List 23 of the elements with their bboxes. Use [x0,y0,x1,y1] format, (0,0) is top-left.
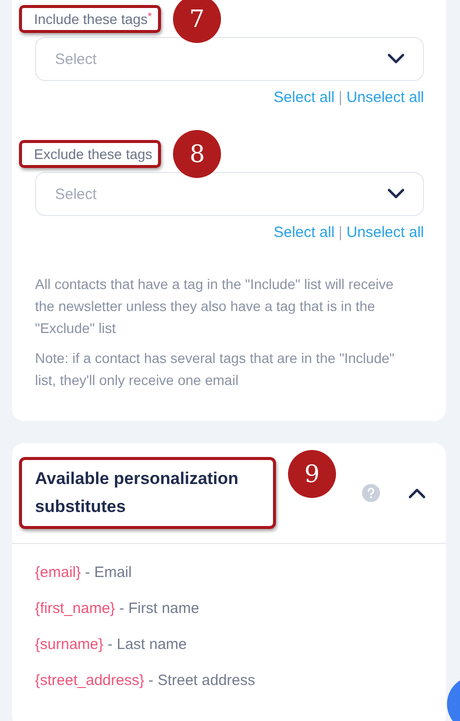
tags-select[interactable]: Select [35,172,424,216]
chevron-down-icon [387,188,405,200]
substitute-item: {first_name} - First name [35,600,200,619]
help-text: All contacts that have a tag in the "Include" list will receive the newsletter unless they also have a tag that is in the "Exclude" list [35,275,395,338]
select-all-link[interactable]: Select all [274,224,335,241]
field-label: Exclude these tags [19,140,162,168]
link-separator: | [338,224,342,241]
substitute-item: {email} - Email [35,564,133,583]
callout-badge: 9 [288,450,336,498]
callout-badge: 8 [173,130,222,178]
link-separator: | [338,89,342,106]
chevron-down-icon [387,53,405,65]
field-label: Include these tags* [19,5,161,33]
collapse-toggle-icon[interactable] [408,487,426,499]
help-text: Note: if a contact has several tags that are in the "Include" list, they'll only receive one email [35,349,396,390]
unselect-all-link[interactable]: Unselect all [346,224,424,241]
unselect-all-link[interactable]: Unselect all [346,89,424,106]
callout-badge: 7 [172,0,221,43]
select-all-link[interactable]: Select all [274,89,335,106]
substitute-item: {surname} - Last name [35,636,188,655]
substitute-item: {street_address} - Street address [35,672,256,691]
tags-select[interactable]: Select [35,37,424,81]
section-title: Available personalization substitutes [19,457,276,529]
